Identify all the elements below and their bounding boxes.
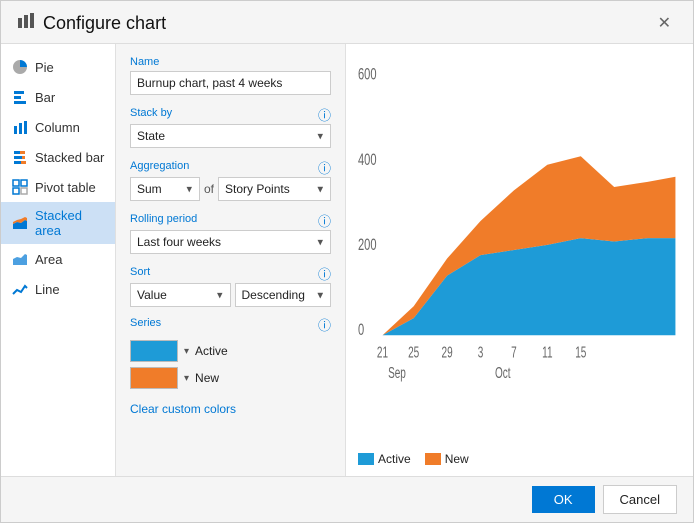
- aggregation-field-wrapper: Story Points ▾: [218, 177, 331, 201]
- stack-by-info-icon[interactable]: ⓘ: [318, 105, 331, 124]
- chart-type-label-pivot-table: Pivot table: [35, 180, 96, 195]
- svg-text:Sep: Sep: [388, 364, 406, 382]
- dialog-body: Pie Bar: [1, 44, 693, 476]
- svg-text:7: 7: [511, 343, 517, 361]
- chart-type-label-line: Line: [35, 282, 60, 297]
- name-label: Name: [130, 56, 331, 68]
- legend-label-active: Active: [378, 452, 411, 466]
- chart-icon: [17, 12, 35, 35]
- column-icon: [11, 118, 29, 136]
- legend-swatch-new: [425, 453, 441, 465]
- new-swatch-chevron[interactable]: ▾: [184, 373, 189, 384]
- svg-text:0: 0: [358, 321, 364, 340]
- series-info-icon[interactable]: ⓘ: [318, 315, 331, 334]
- svg-text:400: 400: [358, 151, 377, 170]
- aggregation-func-select[interactable]: Sum: [130, 177, 200, 201]
- stacked-bar-icon: [11, 148, 29, 166]
- chart-svg: 600 400 200 0 21 25 29 3 7 11 1: [358, 54, 681, 446]
- pivot-icon: [11, 178, 29, 196]
- chart-type-label-stacked-bar: Stacked bar: [35, 150, 104, 165]
- clear-custom-colors-link[interactable]: Clear custom colors: [130, 402, 236, 416]
- rolling-period-info-icon[interactable]: ⓘ: [318, 211, 331, 230]
- chart-type-item-pie[interactable]: Pie: [1, 52, 115, 82]
- legend-swatch-active: [358, 453, 374, 465]
- series-item-active: ▾ Active: [130, 340, 331, 362]
- active-series-name: Active: [195, 344, 228, 358]
- active-area: [383, 238, 676, 335]
- sort-row: Value Descending ▾: [130, 283, 331, 307]
- chart-type-label-stacked-area: Stacked area: [35, 208, 105, 238]
- config-panel: Name Stack by ⓘ State Aggregation ⓘ Sum: [116, 44, 346, 476]
- rolling-period-label: Rolling period: [130, 213, 197, 225]
- svg-text:Oct: Oct: [495, 364, 511, 382]
- svg-text:600: 600: [358, 65, 377, 84]
- aggregation-func-wrapper: Sum: [130, 177, 200, 201]
- legend-label-new: New: [445, 452, 469, 466]
- legend-item-new: New: [425, 452, 469, 466]
- sort-order-select[interactable]: Descending: [235, 283, 332, 307]
- chart-type-item-pivot-table[interactable]: Pivot table: [1, 172, 115, 202]
- chart-type-label-column: Column: [35, 120, 80, 135]
- svg-text:29: 29: [442, 343, 453, 361]
- dialog-header: Configure chart ✕: [1, 1, 693, 44]
- of-text: of: [204, 182, 214, 196]
- stacked-area-icon: [11, 214, 29, 232]
- rolling-period-wrapper: Last four weeks: [130, 230, 331, 254]
- active-swatch-chevron[interactable]: ▾: [184, 346, 189, 357]
- area-icon: [11, 250, 29, 268]
- sort-info-icon[interactable]: ⓘ: [318, 264, 331, 283]
- name-input[interactable]: [130, 71, 331, 95]
- sort-order-wrapper: Descending ▾: [235, 283, 332, 307]
- stack-by-select-wrapper: State: [130, 124, 331, 148]
- chart-type-label-area: Area: [35, 252, 62, 267]
- svg-text:21: 21: [377, 343, 388, 361]
- pie-icon: [11, 58, 29, 76]
- series-label-row: Series ⓘ: [130, 315, 331, 334]
- dialog-title: Configure chart: [43, 13, 652, 34]
- series-section: Series ⓘ ▾ Active ▾ New Clear custom col…: [130, 315, 331, 416]
- stack-by-select[interactable]: State: [130, 124, 331, 148]
- chart-type-item-column[interactable]: Column: [1, 112, 115, 142]
- stack-by-label: Stack by: [130, 107, 172, 119]
- chart-type-item-line[interactable]: Line: [1, 274, 115, 304]
- series-item-new: ▾ New: [130, 367, 331, 389]
- close-button[interactable]: ✕: [652, 11, 677, 35]
- aggregation-info-icon[interactable]: ⓘ: [318, 158, 331, 177]
- sort-field-select[interactable]: Value: [130, 283, 231, 307]
- chart-type-label-pie: Pie: [35, 60, 54, 75]
- svg-text:15: 15: [575, 343, 586, 361]
- chart-type-item-bar[interactable]: Bar: [1, 82, 115, 112]
- line-icon: [11, 280, 29, 298]
- chart-legend: Active New: [358, 452, 681, 466]
- svg-text:200: 200: [358, 236, 377, 255]
- new-series-name: New: [195, 371, 219, 385]
- rolling-period-select[interactable]: Last four weeks: [130, 230, 331, 254]
- ok-button[interactable]: OK: [532, 486, 595, 513]
- chart-canvas: 600 400 200 0 21 25 29 3 7 11 1: [358, 54, 681, 446]
- chart-type-item-stacked-bar[interactable]: Stacked bar: [1, 142, 115, 172]
- sort-field-wrapper: Value: [130, 283, 231, 307]
- active-color-swatch[interactable]: [130, 340, 178, 362]
- bar-icon: [11, 88, 29, 106]
- svg-text:11: 11: [542, 343, 552, 361]
- svg-text:3: 3: [478, 343, 484, 361]
- sort-label: Sort: [130, 266, 150, 278]
- svg-text:25: 25: [408, 343, 419, 361]
- cancel-button[interactable]: Cancel: [603, 485, 677, 514]
- series-label: Series: [130, 317, 161, 329]
- chart-type-label-bar: Bar: [35, 90, 55, 105]
- chart-type-item-area[interactable]: Area: [1, 244, 115, 274]
- chart-type-list: Pie Bar: [1, 44, 116, 476]
- aggregation-label: Aggregation: [130, 160, 189, 172]
- aggregation-field-select[interactable]: Story Points: [218, 177, 331, 201]
- chart-area: 600 400 200 0 21 25 29 3 7 11 1: [346, 44, 693, 476]
- chart-type-item-stacked-area[interactable]: Stacked area: [1, 202, 115, 244]
- new-color-swatch[interactable]: [130, 367, 178, 389]
- aggregation-row: Sum of Story Points ▾: [130, 177, 331, 201]
- configure-chart-dialog: Configure chart ✕ Pie: [0, 0, 694, 523]
- legend-item-active: Active: [358, 452, 411, 466]
- dialog-footer: OK Cancel: [1, 476, 693, 522]
